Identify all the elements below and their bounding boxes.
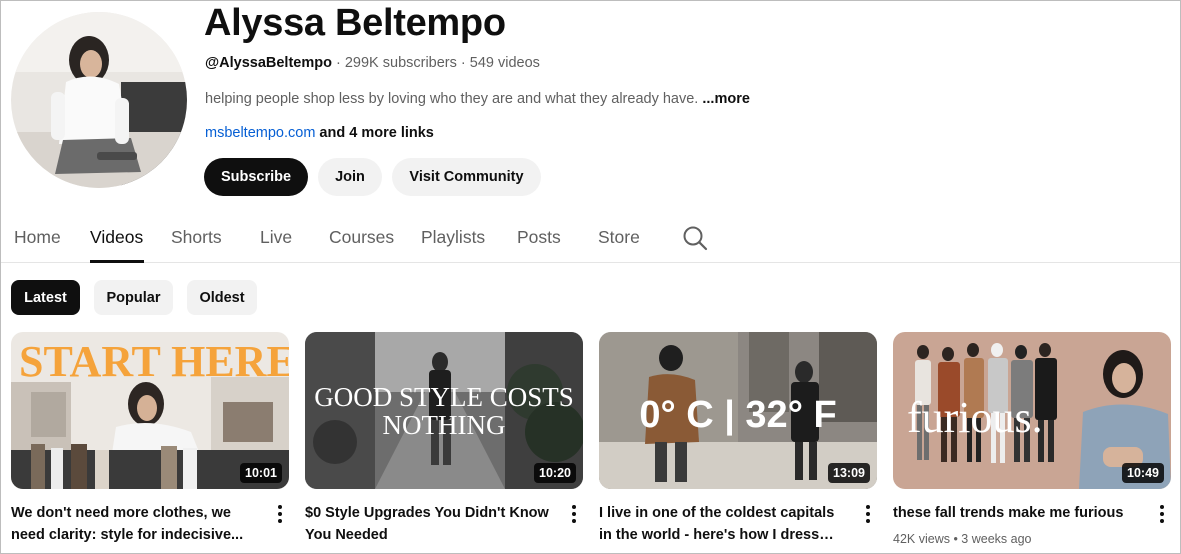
channel-description[interactable]: helping people shop less by loving who t…: [205, 90, 750, 108]
meta-separator: ·: [456, 55, 470, 71]
tab-home[interactable]: Home: [14, 226, 61, 248]
video-duration: 10:20: [534, 463, 576, 483]
tab-store[interactable]: Store: [598, 226, 640, 248]
more-vert-icon[interactable]: [569, 505, 579, 525]
video-title[interactable]: these fall trends make me furious: [893, 502, 1141, 524]
video-duration: 13:09: [828, 463, 870, 483]
subscribe-button[interactable]: Subscribe: [204, 158, 308, 196]
video-count: 549 videos: [469, 55, 540, 71]
video-card[interactable]: furious. 10:49 these fall trends make me…: [893, 332, 1171, 546]
channel-page: Alyssa Beltempo @AlyssaBeltempo · 299K s…: [0, 0, 1181, 554]
avatar-image: [11, 12, 187, 188]
tab-live[interactable]: Live: [260, 226, 292, 248]
video-card[interactable]: START HERE. 10:01 We don't need more clo…: [11, 332, 289, 543]
video-duration: 10:01: [240, 463, 282, 483]
more-links-button[interactable]: and 4 more links: [315, 125, 433, 141]
subscriber-count: 299K subscribers: [344, 55, 457, 71]
thumbnail-text-line-1: GOOD STYLE COSTS: [314, 382, 574, 412]
more-vert-icon[interactable]: [863, 505, 873, 525]
tab-videos[interactable]: Videos: [90, 226, 143, 248]
tab-posts[interactable]: Posts: [517, 226, 561, 248]
channel-tabs: Home Videos Shorts Live Courses Playlist…: [1, 213, 1180, 263]
video-stats: 42K views • 3 weeks ago: [893, 532, 1032, 546]
tab-courses[interactable]: Courses: [329, 226, 394, 248]
chip-latest[interactable]: Latest: [11, 280, 80, 315]
video-duration: 10:49: [1122, 463, 1164, 483]
video-card[interactable]: 0° C | 32° F 13:09 I live in one of the …: [599, 332, 877, 543]
chip-oldest[interactable]: Oldest: [187, 280, 257, 315]
channel-meta: @AlyssaBeltempo · 299K subscribers · 549…: [205, 54, 540, 72]
video-title[interactable]: I live in one of the coldest capitals in…: [599, 502, 847, 546]
video-title[interactable]: We don't need more clothes, we need clar…: [11, 502, 259, 546]
search-icon[interactable]: [682, 225, 708, 251]
tab-shorts[interactable]: Shorts: [171, 226, 222, 248]
tab-playlists[interactable]: Playlists: [421, 226, 485, 248]
thumbnail-text: furious.: [907, 393, 1043, 442]
channel-avatar[interactable]: [11, 12, 187, 188]
join-button[interactable]: Join: [318, 158, 382, 196]
video-thumbnail[interactable]: START HERE. 10:01: [11, 332, 289, 489]
channel-name: Alyssa Beltempo: [204, 2, 506, 44]
video-card[interactable]: GOOD STYLE COSTS NOTHING 10:20 $0 Style …: [305, 332, 583, 543]
active-tab-indicator: [90, 260, 144, 263]
thumbnail-text-line-2: NOTHING: [383, 410, 506, 440]
channel-handle: @AlyssaBeltempo: [205, 55, 332, 71]
thumbnail-text: 0° C | 32° F: [639, 394, 836, 436]
meta-separator: ·: [331, 55, 345, 71]
more-vert-icon[interactable]: [1157, 505, 1167, 525]
video-thumbnail[interactable]: 0° C | 32° F 13:09: [599, 332, 877, 489]
channel-website-link[interactable]: msbeltempo.com: [205, 125, 315, 141]
video-thumbnail[interactable]: GOOD STYLE COSTS NOTHING 10:20: [305, 332, 583, 489]
more-vert-icon[interactable]: [275, 505, 285, 525]
thumbnail-text: START HERE.: [19, 337, 289, 386]
video-title[interactable]: $0 Style Upgrades You Didn't Know You Ne…: [305, 502, 553, 546]
description-text: helping people shop less by loving who t…: [205, 91, 699, 107]
chip-popular[interactable]: Popular: [94, 280, 173, 315]
video-thumbnail[interactable]: furious. 10:49: [893, 332, 1171, 489]
visit-community-button[interactable]: Visit Community: [392, 158, 541, 196]
channel-links: msbeltempo.com and 4 more links: [205, 124, 434, 142]
description-more-link[interactable]: ...more: [698, 91, 750, 107]
